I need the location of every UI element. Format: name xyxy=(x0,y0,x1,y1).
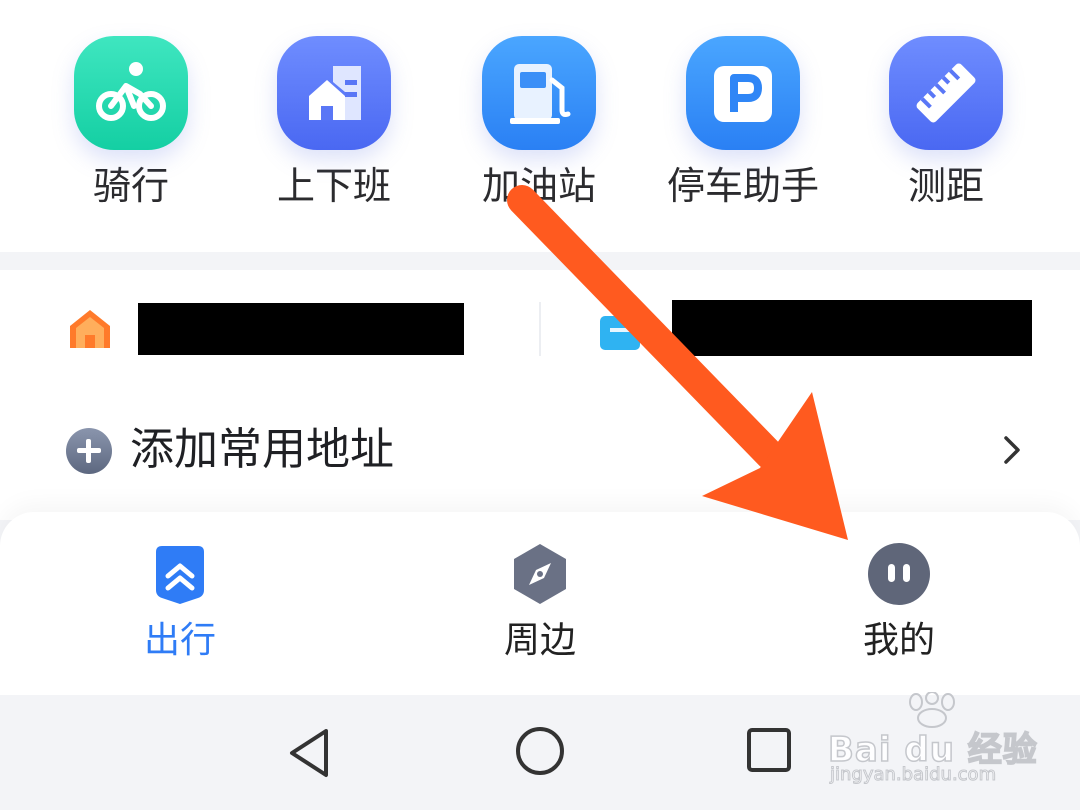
redacted-home-address[interactable] xyxy=(138,303,464,355)
parking-icon xyxy=(686,36,800,150)
bike-icon xyxy=(74,36,188,150)
tab-nearby[interactable]: 周边 xyxy=(450,542,630,664)
gas-pump-icon xyxy=(482,36,596,150)
company-icon[interactable] xyxy=(600,312,640,350)
quick-action-label: 测距 xyxy=(907,164,984,208)
redacted-company-address[interactable] xyxy=(672,300,1032,356)
baidu-jingyan-watermark: Bai du 经验 jingyan.baidu.com xyxy=(827,692,1037,792)
quick-action-measure[interactable]: 测距 xyxy=(866,36,1026,208)
quick-action-commute[interactable]: 上下班 xyxy=(254,36,414,208)
compass-icon xyxy=(508,542,572,606)
add-common-address-row[interactable]: 添加常用地址 xyxy=(60,414,1040,486)
quick-action-bike[interactable]: 骑行 xyxy=(51,36,211,208)
bottom-tab-bar: 出行 周边 我的 xyxy=(0,512,1080,695)
quick-action-gas-station[interactable]: 加油站 xyxy=(459,36,619,208)
quick-action-label: 骑行 xyxy=(92,164,169,208)
tab-label: 出行 xyxy=(143,620,216,661)
section-divider xyxy=(0,252,1080,270)
back-triangle-icon[interactable] xyxy=(286,727,334,779)
quick-action-label: 停车助手 xyxy=(666,164,819,208)
add-address-label: 添加常用地址 xyxy=(130,424,394,475)
home-circle-icon[interactable] xyxy=(514,725,566,777)
ruler-icon xyxy=(889,36,1003,150)
tab-mine[interactable]: 我的 xyxy=(809,542,989,664)
home-icon[interactable] xyxy=(66,306,114,350)
tab-label: 周边 xyxy=(503,620,576,661)
plus-circle-icon xyxy=(66,428,112,474)
profile-icon xyxy=(867,542,931,606)
vertical-divider xyxy=(539,302,541,356)
commute-building-icon xyxy=(277,36,391,150)
quick-action-label: 上下班 xyxy=(276,164,391,208)
travel-icon xyxy=(148,542,212,606)
quick-action-parking[interactable]: 停车助手 xyxy=(663,36,823,208)
recents-square-icon[interactable] xyxy=(746,727,792,773)
tab-label: 我的 xyxy=(862,620,935,661)
quick-action-label: 加油站 xyxy=(481,164,596,208)
watermark-url: jingyan.baidu.com xyxy=(829,764,997,786)
tab-travel[interactable]: 出行 xyxy=(90,542,270,664)
chevron-right-icon xyxy=(1004,436,1020,464)
